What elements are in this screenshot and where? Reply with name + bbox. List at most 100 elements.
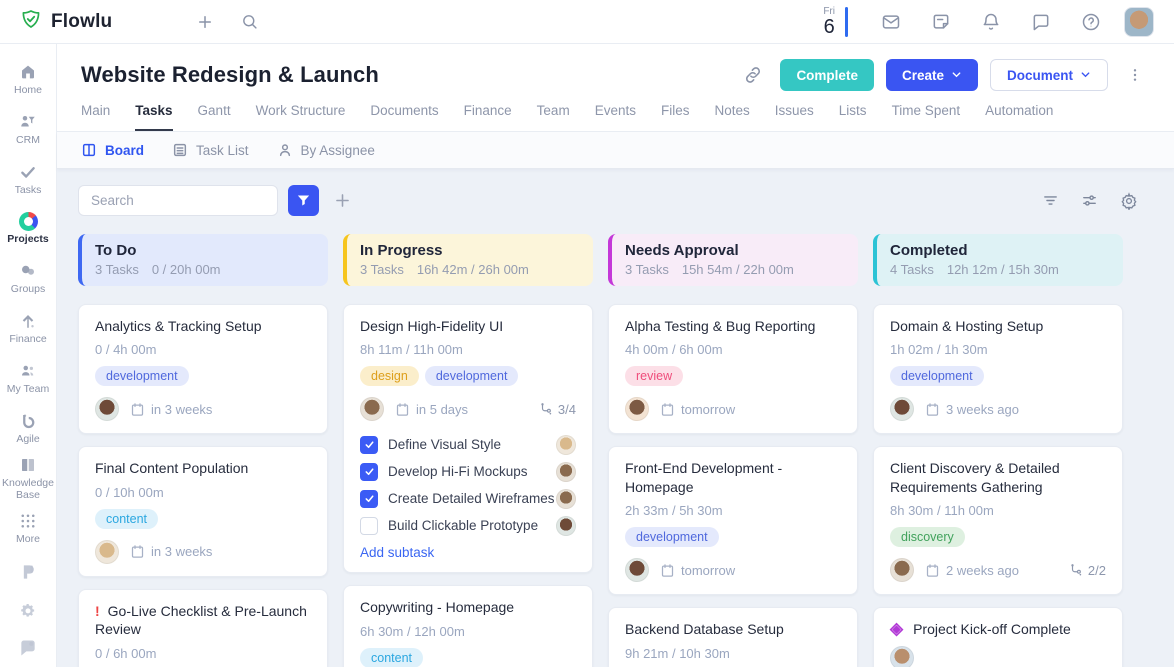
assignee-avatar bbox=[890, 397, 914, 421]
tab-main[interactable]: Main bbox=[81, 103, 110, 131]
sidebar-item-tasks[interactable]: Tasks bbox=[0, 154, 57, 204]
task-card[interactable]: Copywriting - Homepage 6h 30m / 12h 00m … bbox=[343, 585, 593, 667]
board-content: To Do 3 Tasks 0 / 20h 00m Analytics & Tr… bbox=[57, 169, 1174, 667]
user-avatar[interactable] bbox=[1124, 7, 1154, 37]
tag-design: design bbox=[360, 366, 419, 386]
due-date: in 3 weeks bbox=[130, 402, 212, 417]
task-card[interactable]: Front-End Development - Homepage 2h 33m … bbox=[608, 446, 858, 595]
add-subtask-link[interactable]: Add subtask bbox=[360, 545, 576, 560]
copy-link-icon[interactable] bbox=[738, 60, 768, 90]
view-tab-board[interactable]: Board bbox=[81, 142, 144, 158]
subtask-checkbox[interactable] bbox=[360, 490, 378, 508]
view-tab-task-list[interactable]: Task List bbox=[172, 142, 249, 158]
search-input[interactable] bbox=[78, 185, 278, 216]
global-search-button[interactable] bbox=[232, 5, 266, 39]
kanban-board: To Do 3 Tasks 0 / 20h 00m Analytics & Tr… bbox=[78, 234, 1174, 667]
column-time: 12h 12m / 15h 30m bbox=[947, 262, 1059, 277]
task-card[interactable]: !Go-Live Checklist & Pre-Launch Review 0… bbox=[78, 589, 328, 667]
mail-icon[interactable] bbox=[874, 5, 908, 39]
task-card[interactable]: Alpha Testing & Bug Reporting 4h 00m / 6… bbox=[608, 304, 858, 434]
tab-documents[interactable]: Documents bbox=[370, 103, 438, 131]
task-card[interactable]: Backend Database Setup 9h 21m / 10h 30m … bbox=[608, 607, 858, 667]
milestone-diamond-icon: ◈ bbox=[890, 620, 903, 637]
create-button[interactable]: Create bbox=[886, 59, 978, 91]
gear-icon[interactable] bbox=[1120, 192, 1138, 210]
chevron-down-icon bbox=[951, 68, 962, 83]
date-day: 6 bbox=[824, 17, 835, 38]
app-shortcut-icon-3[interactable] bbox=[0, 629, 57, 667]
document-button[interactable]: Document bbox=[990, 59, 1108, 91]
sidebar-item-crm[interactable]: CRM bbox=[0, 104, 57, 154]
filter-lines-icon[interactable] bbox=[1042, 192, 1059, 209]
column-task-count: 3 Tasks bbox=[95, 262, 139, 277]
board-icon bbox=[81, 142, 97, 158]
tab-team[interactable]: Team bbox=[537, 103, 570, 131]
chat-icon[interactable] bbox=[1024, 5, 1058, 39]
milestone-card[interactable]: ◈ Project Kick-off Complete bbox=[873, 607, 1123, 667]
tab-time-spent[interactable]: Time Spent bbox=[892, 103, 961, 131]
add-task-button[interactable] bbox=[333, 191, 352, 210]
sidebar-item-home[interactable]: Home bbox=[0, 54, 57, 104]
sidebar-item-finance[interactable]: Finance bbox=[0, 304, 57, 354]
tab-events[interactable]: Events bbox=[595, 103, 636, 131]
assignee-avatar bbox=[95, 540, 119, 564]
subtask-checklist: Define Visual Style Develop Hi-Fi Mockup… bbox=[360, 431, 576, 539]
task-card[interactable]: Client Discovery & Detailed Requirements… bbox=[873, 446, 1123, 595]
calendar-icon bbox=[395, 402, 410, 417]
tag-development: development bbox=[95, 366, 189, 386]
column-in-progress: In Progress 3 Tasks 16h 42m / 26h 00m De… bbox=[343, 234, 593, 667]
column-time: 16h 42m / 26h 00m bbox=[417, 262, 529, 277]
kebab-menu-icon[interactable] bbox=[1120, 60, 1150, 90]
chevron-down-icon bbox=[1080, 68, 1091, 83]
sidebar-item-projects[interactable]: Projects bbox=[0, 204, 57, 254]
complete-button[interactable]: Complete bbox=[780, 59, 874, 91]
due-date: 2 weeks ago bbox=[925, 563, 1019, 578]
subtask-count: 2/2 bbox=[1069, 563, 1106, 578]
task-card[interactable]: Analytics & Tracking Setup 0 / 4h 00m de… bbox=[78, 304, 328, 434]
sidebar-item-groups[interactable]: Groups bbox=[0, 254, 57, 304]
sidebar-item-more[interactable]: More bbox=[0, 503, 57, 553]
sidebar-item-knowledge-base[interactable]: Knowledge Base bbox=[0, 453, 57, 503]
tab-work-structure[interactable]: Work Structure bbox=[256, 103, 346, 131]
column-task-count: 4 Tasks bbox=[890, 262, 934, 277]
sliders-icon[interactable] bbox=[1081, 192, 1098, 209]
view-tab-by-assignee[interactable]: By Assignee bbox=[277, 142, 375, 158]
calendar-icon bbox=[130, 544, 145, 559]
tab-tasks[interactable]: Tasks bbox=[135, 103, 172, 131]
column-header-needs-approval: Needs Approval 3 Tasks 15h 54m / 22h 00m bbox=[608, 234, 858, 286]
tab-notes[interactable]: Notes bbox=[714, 103, 749, 131]
project-actions: Complete Create Document bbox=[738, 59, 1150, 91]
notifications-bell-icon[interactable] bbox=[974, 5, 1008, 39]
column-completed: Completed 4 Tasks 12h 12m / 15h 30m Doma… bbox=[873, 234, 1123, 667]
column-header-to-do: To Do 3 Tasks 0 / 20h 00m bbox=[78, 234, 328, 286]
filter-funnel-button[interactable] bbox=[288, 185, 319, 216]
task-card[interactable]: Final Content Population 0 / 10h 00m con… bbox=[78, 446, 328, 576]
tab-automation[interactable]: Automation bbox=[985, 103, 1053, 131]
app-shortcut-icon-1[interactable] bbox=[0, 553, 57, 591]
global-add-button[interactable] bbox=[188, 5, 222, 39]
app-logo[interactable]: Flowlu bbox=[20, 8, 178, 35]
tab-lists[interactable]: Lists bbox=[839, 103, 867, 131]
notes-icon[interactable] bbox=[924, 5, 958, 39]
column-time: 0 / 20h 00m bbox=[152, 262, 221, 277]
tag-development: development bbox=[890, 366, 984, 386]
tab-finance[interactable]: Finance bbox=[464, 103, 512, 131]
tab-issues[interactable]: Issues bbox=[775, 103, 814, 131]
help-icon[interactable] bbox=[1074, 5, 1108, 39]
task-card[interactable]: Domain & Hosting Setup 1h 02m / 1h 30m d… bbox=[873, 304, 1123, 434]
subtask-icon bbox=[1069, 563, 1083, 577]
subtask-assignee-avatar bbox=[556, 462, 576, 482]
subtask-checkbox[interactable] bbox=[360, 463, 378, 481]
task-card[interactable]: Design High-Fidelity UI 8h 11m / 11h 00m… bbox=[343, 304, 593, 573]
calendar-date-widget[interactable]: Fri 6 bbox=[823, 6, 848, 38]
subtask-checkbox[interactable] bbox=[360, 436, 378, 454]
tab-files[interactable]: Files bbox=[661, 103, 690, 131]
column-header-completed: Completed 4 Tasks 12h 12m / 15h 30m bbox=[873, 234, 1123, 286]
app-shortcut-icon-2[interactable] bbox=[0, 591, 57, 629]
brand-name: Flowlu bbox=[51, 11, 112, 33]
sidebar-item-agile[interactable]: Agile bbox=[0, 403, 57, 453]
sidebar-item-my-team[interactable]: My Team bbox=[0, 354, 57, 404]
tab-gantt[interactable]: Gantt bbox=[198, 103, 231, 131]
calendar-icon bbox=[130, 402, 145, 417]
subtask-checkbox[interactable] bbox=[360, 517, 378, 535]
